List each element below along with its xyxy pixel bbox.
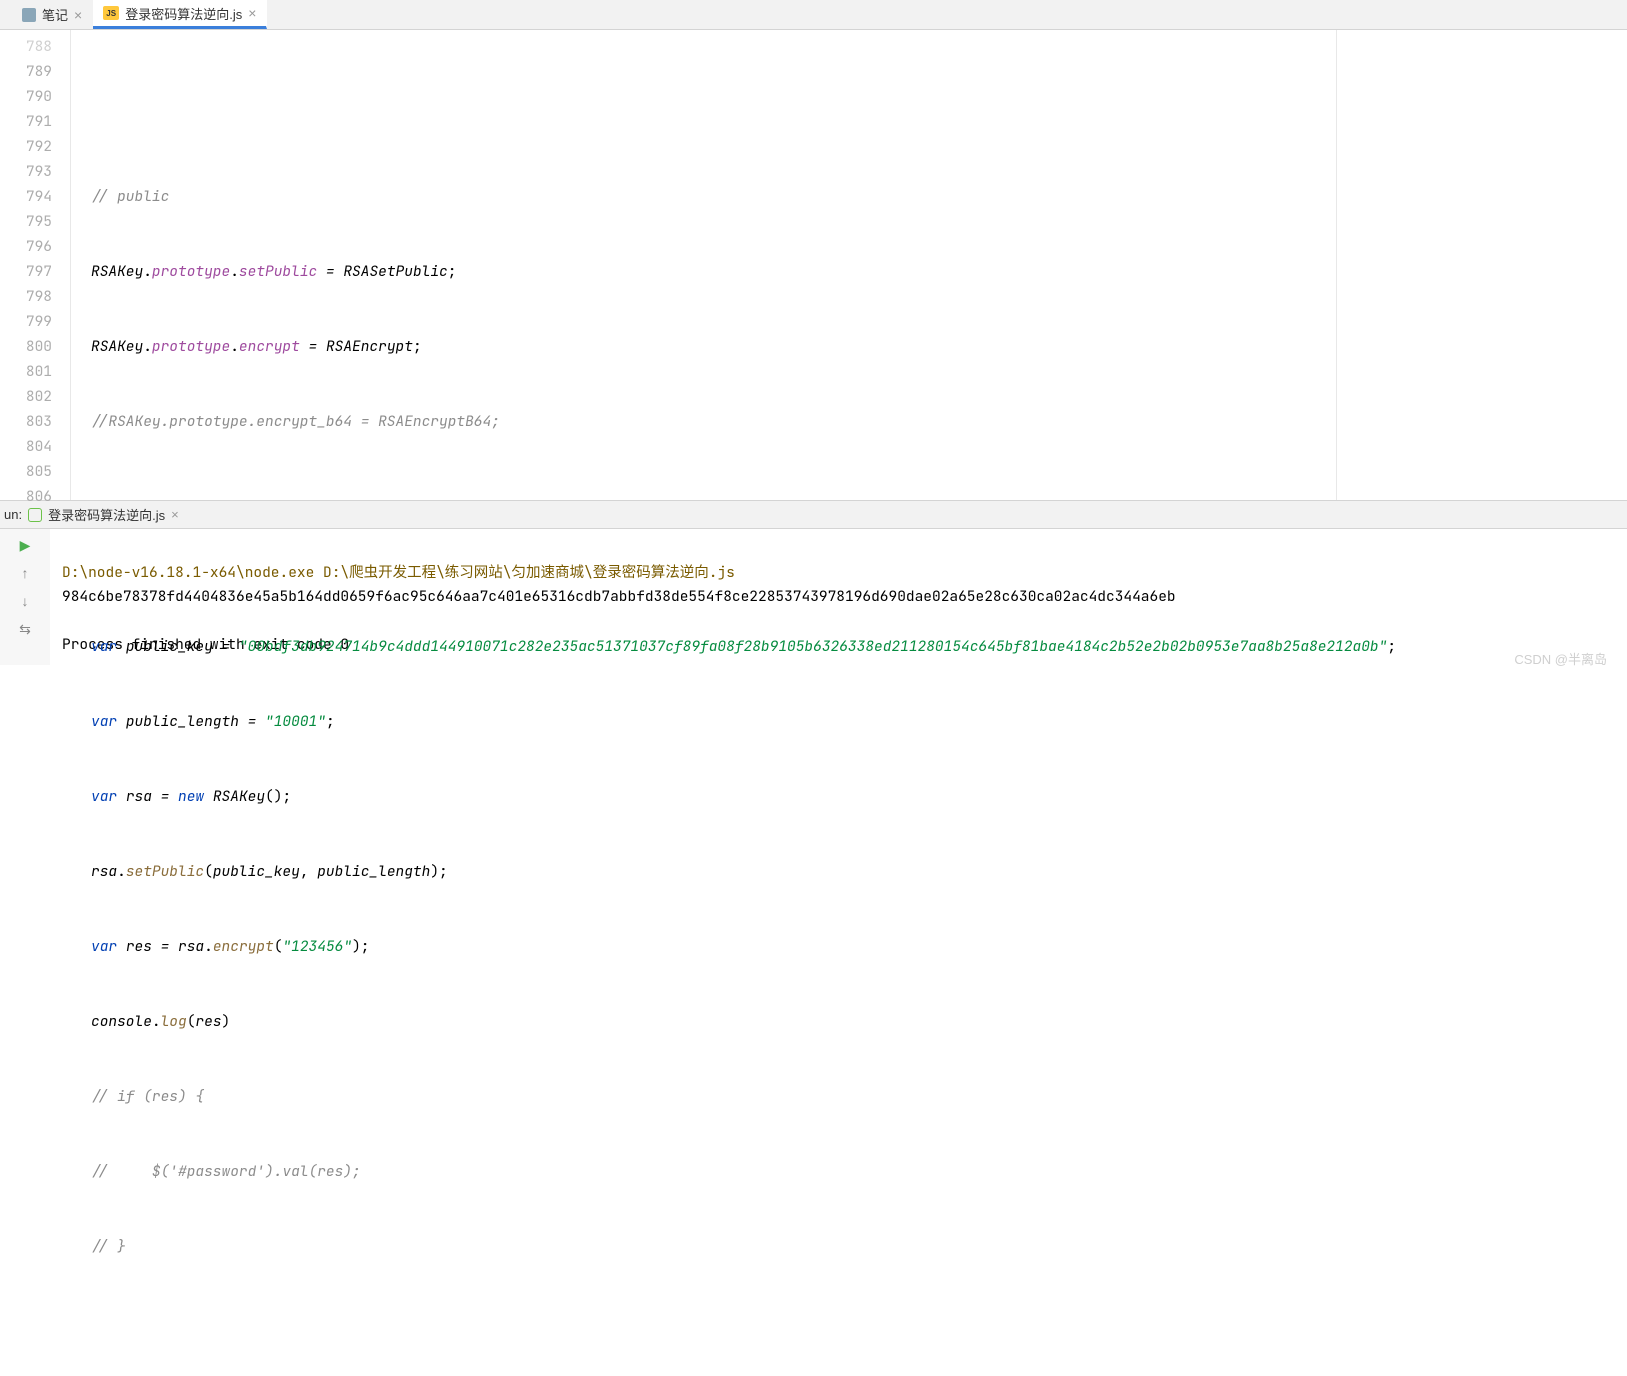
nodejs-icon (28, 508, 42, 522)
close-icon[interactable]: × (74, 7, 82, 23)
soft-wrap-button[interactable]: ⇆ (15, 619, 35, 639)
js-icon: JS (103, 6, 119, 20)
tab-label: 登录密码算法逆向.js (125, 4, 242, 23)
line-number: 803 (0, 409, 52, 434)
line-number: 806 (0, 484, 52, 509)
line-number: 790 (0, 84, 52, 109)
line-number: 789 (0, 59, 52, 84)
line-number: 788 (0, 34, 52, 59)
scroll-up-button[interactable]: ↑ (15, 563, 35, 583)
line-number: 791 (0, 109, 52, 134)
line-number: 796 (0, 234, 52, 259)
close-icon[interactable]: × (248, 5, 256, 21)
line-number: 795 (0, 209, 52, 234)
line-number: 794 (0, 184, 52, 209)
code-content[interactable]: // public RSAKey.prototype.setPublic = R… (70, 30, 1627, 500)
line-number: 798 (0, 284, 52, 309)
line-number: 799 (0, 309, 52, 334)
line-number: 800 (0, 334, 52, 359)
line-number: 792 (0, 134, 52, 159)
line-number: 797 (0, 259, 52, 284)
code-text: // public (91, 187, 169, 206)
tab-js-file[interactable]: JS 登录密码算法逆向.js × (93, 0, 267, 29)
line-number: 801 (0, 359, 52, 384)
markdown-icon (22, 8, 36, 22)
line-number: 793 (0, 159, 52, 184)
scroll-down-button[interactable]: ↓ (15, 591, 35, 611)
gutter: 788 789 790 791 792 793 794 795 796 797 … (0, 30, 70, 500)
line-number: 805 (0, 459, 52, 484)
run-label: un: (4, 507, 22, 522)
line-number: 802 (0, 384, 52, 409)
tab-label: 笔记 (42, 5, 68, 24)
right-margin-guide (1336, 30, 1337, 500)
rerun-button[interactable]: ▶ (15, 535, 35, 555)
tab-notes[interactable]: 笔记 × (12, 0, 93, 29)
line-number: 804 (0, 434, 52, 459)
editor[interactable]: 788 789 790 791 792 793 794 795 796 797 … (0, 30, 1627, 500)
tabs-bar: 笔记 × JS 登录密码算法逆向.js × (0, 0, 1627, 30)
run-toolbar: ▶ ↑ ↓ ⇆ (0, 529, 50, 665)
